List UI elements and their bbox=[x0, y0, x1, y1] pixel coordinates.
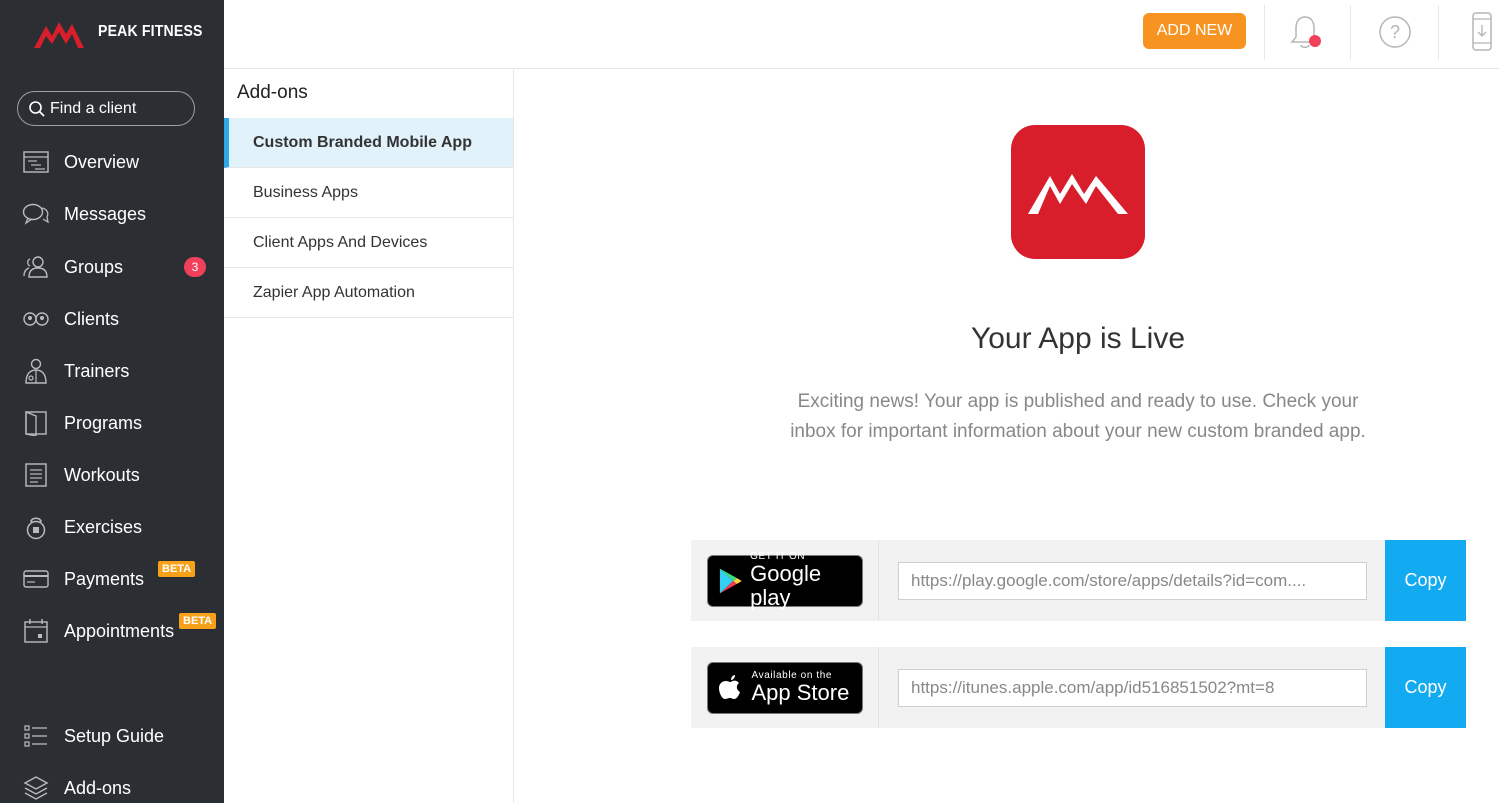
sidebar-item-groups[interactable]: Groups 3 bbox=[0, 247, 224, 287]
sidebar-item-messages[interactable]: Messages bbox=[0, 194, 224, 234]
sidebar-item-label: Exercises bbox=[64, 516, 143, 537]
mobile-download-icon[interactable] bbox=[1462, 12, 1499, 52]
app-store-badge[interactable]: Available on the App Store bbox=[706, 661, 863, 714]
page-title: Your App is Live bbox=[970, 322, 1186, 355]
copy-app-store-url-button[interactable]: Copy bbox=[1385, 647, 1466, 728]
add-ons-icon bbox=[22, 774, 50, 802]
app-logo-icon bbox=[1011, 125, 1145, 259]
sidebar-item-workouts[interactable]: Workouts bbox=[0, 455, 224, 495]
setup-guide-icon bbox=[22, 722, 50, 750]
sidebar-item-clients[interactable]: Clients bbox=[0, 299, 224, 339]
main-content: Your App is Live Exciting news! Your app… bbox=[514, 69, 1499, 803]
google-play-row: GET IT ON Google play Copy bbox=[691, 540, 1466, 621]
sidebar-item-label: Groups bbox=[64, 256, 124, 277]
brand-name: PEAK FITNESS bbox=[98, 23, 203, 40]
find-client-search[interactable]: Find a client bbox=[17, 91, 195, 126]
sidebar-item-label: Setup Guide bbox=[64, 725, 165, 746]
add-ons-panel: Add-ons Custom Branded Mobile App Busine… bbox=[224, 69, 514, 803]
panel-title: Add-ons bbox=[237, 82, 308, 103]
bell-icon[interactable] bbox=[1286, 12, 1326, 52]
app-store-row: Available on the App Store Copy bbox=[691, 647, 1466, 728]
google-play-icon bbox=[719, 568, 742, 593]
badge-cell: Available on the App Store bbox=[691, 647, 879, 728]
top-bar: ADD NEW ? bbox=[224, 0, 1499, 69]
google-play-url-field[interactable] bbox=[898, 562, 1367, 600]
divider bbox=[1350, 5, 1351, 60]
sidebar-item-label: Trainers bbox=[64, 360, 130, 381]
peak-logo-icon bbox=[34, 22, 84, 48]
sidebar-item-trainers[interactable]: Trainers bbox=[0, 351, 224, 391]
help-icon[interactable]: ? bbox=[1375, 12, 1415, 52]
divider bbox=[1438, 5, 1439, 60]
badge-big-text: Google play bbox=[750, 561, 822, 610]
add-new-button[interactable]: ADD NEW bbox=[1143, 13, 1246, 49]
sidebar-item-add-ons[interactable]: Add-ons bbox=[0, 768, 224, 803]
search-icon bbox=[29, 100, 45, 117]
sidebar-item-appointments[interactable]: Appointments BETA bbox=[0, 611, 224, 651]
sidebar: PEAK FITNESS Find a client Overview Mess… bbox=[0, 0, 224, 803]
page-description: Exciting news! Your app is published and… bbox=[790, 391, 1366, 442]
messages-icon bbox=[22, 200, 50, 228]
sidebar-item-label: Programs bbox=[64, 412, 143, 433]
workouts-icon bbox=[22, 461, 50, 489]
appointments-icon bbox=[22, 617, 50, 645]
addon-item-client-apps-and-devices[interactable]: Client Apps And Devices bbox=[224, 218, 513, 268]
sidebar-item-label: Payments bbox=[64, 568, 145, 589]
sidebar-item-programs[interactable]: Programs bbox=[0, 403, 224, 443]
badge-cell: GET IT ON Google play bbox=[691, 540, 879, 621]
sidebar-item-label: Messages bbox=[64, 203, 147, 224]
sidebar-item-setup-guide[interactable]: Setup Guide bbox=[0, 716, 224, 756]
programs-icon bbox=[22, 409, 50, 437]
addon-item-custom-branded-mobile-app[interactable]: Custom Branded Mobile App bbox=[224, 118, 513, 168]
overview-icon bbox=[22, 148, 50, 176]
sidebar-item-label: Workouts bbox=[64, 464, 140, 485]
google-play-badge[interactable]: GET IT ON Google play bbox=[706, 551, 863, 610]
sidebar-item-label: Add-ons bbox=[64, 777, 132, 798]
search-label: Find a client bbox=[50, 99, 137, 117]
sidebar-item-payments[interactable]: Payments BETA bbox=[0, 559, 224, 599]
addon-item-business-apps[interactable]: Business Apps bbox=[224, 168, 513, 218]
badge-big-text: App Store bbox=[751, 680, 850, 705]
exercises-icon bbox=[22, 513, 50, 541]
svg-text:?: ? bbox=[1390, 22, 1400, 42]
appointments-beta-badge: BETA bbox=[179, 613, 217, 629]
apple-icon bbox=[718, 674, 740, 699]
divider bbox=[1264, 5, 1265, 60]
sidebar-item-exercises[interactable]: Exercises bbox=[0, 507, 224, 547]
groups-icon bbox=[22, 253, 50, 281]
groups-count-badge: 3 bbox=[184, 257, 206, 277]
addon-item-zapier-app-automation[interactable]: Zapier App Automation bbox=[224, 268, 513, 318]
payments-beta-badge: BETA bbox=[158, 561, 196, 577]
app-store-url-field[interactable] bbox=[898, 669, 1367, 707]
payments-icon bbox=[22, 565, 50, 593]
copy-google-play-url-button[interactable]: Copy bbox=[1385, 540, 1466, 621]
sidebar-item-label: Overview bbox=[64, 151, 140, 172]
sidebar-item-label: Appointments bbox=[64, 620, 175, 641]
brand-logo[interactable]: PEAK FITNESS bbox=[34, 14, 217, 50]
clients-icon bbox=[22, 305, 50, 333]
sidebar-item-label: Clients bbox=[64, 308, 120, 329]
sidebar-item-overview[interactable]: Overview bbox=[0, 142, 224, 182]
trainers-icon bbox=[22, 357, 50, 385]
